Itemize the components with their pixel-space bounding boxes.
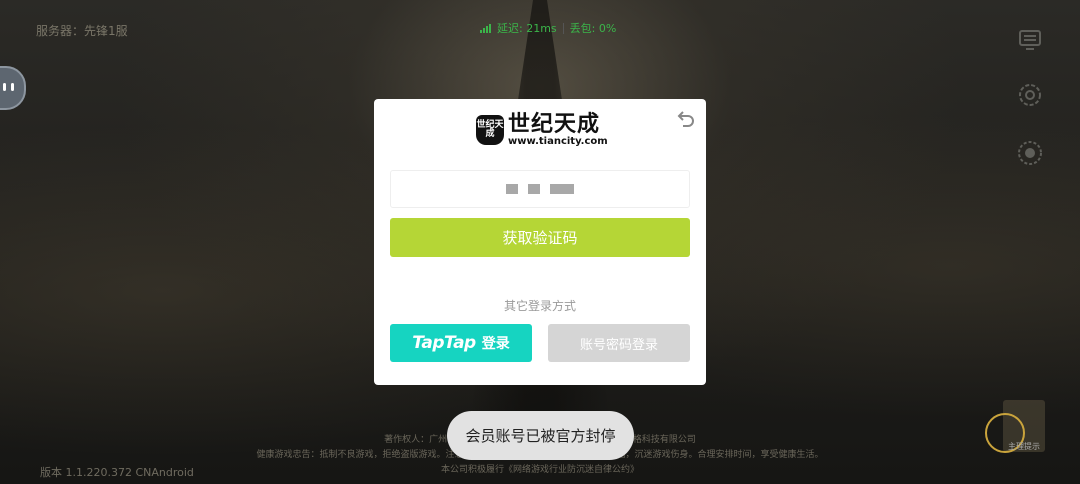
signal-icon [480,23,491,33]
account-password-login-button[interactable]: 账号密码登录 [548,324,690,362]
other-login-methods-label: 其它登录方式 [503,299,576,313]
masked-digits [506,184,518,194]
logo-badge-text: 世纪天成 [476,119,504,139]
network-status: 延迟: 21ms 丢包: 0% [480,20,616,36]
settings-gear-icon[interactable] [1016,81,1044,109]
version-label: 版本 1.1.220.372 CNAndroid [40,466,194,479]
message-icon[interactable] [1016,26,1044,54]
logo-badge-icon: 世纪天成 [476,114,504,145]
taptap-login-button[interactable]: TapTap 登录 [390,324,532,362]
taptap-brand: TapTap [412,333,476,353]
masked-digits [550,184,574,194]
login-modal: 世纪天成 世纪天成 www.tiancity.com 获取验证码 其它登录方式 … [374,99,706,385]
taptap-login-label: 登录 [481,336,510,352]
chat-face-icon [3,83,14,91]
masked-digits [528,184,540,194]
phone-number-field[interactable] [390,170,690,208]
latency-label: 延迟: 21ms [497,22,557,35]
logo-url: www.tiancity.com [508,136,608,147]
corner-tips-label: 主理提示 [1008,442,1040,451]
packet-loss-label: 丢包: 0% [569,22,617,35]
get-verification-code-button[interactable]: 获取验证码 [390,218,690,257]
status-divider [562,22,564,34]
logo-title: 世纪天成 [508,111,601,137]
server-label: 服务器：先锋1服 [36,24,128,38]
back-arrow-icon[interactable] [674,109,696,131]
tiancity-logo: 世纪天成 世纪天成 www.tiancity.com [476,112,608,147]
options-gear-icon[interactable] [1016,139,1044,167]
toast-message: 会员账号已被官方封停 [447,411,634,460]
